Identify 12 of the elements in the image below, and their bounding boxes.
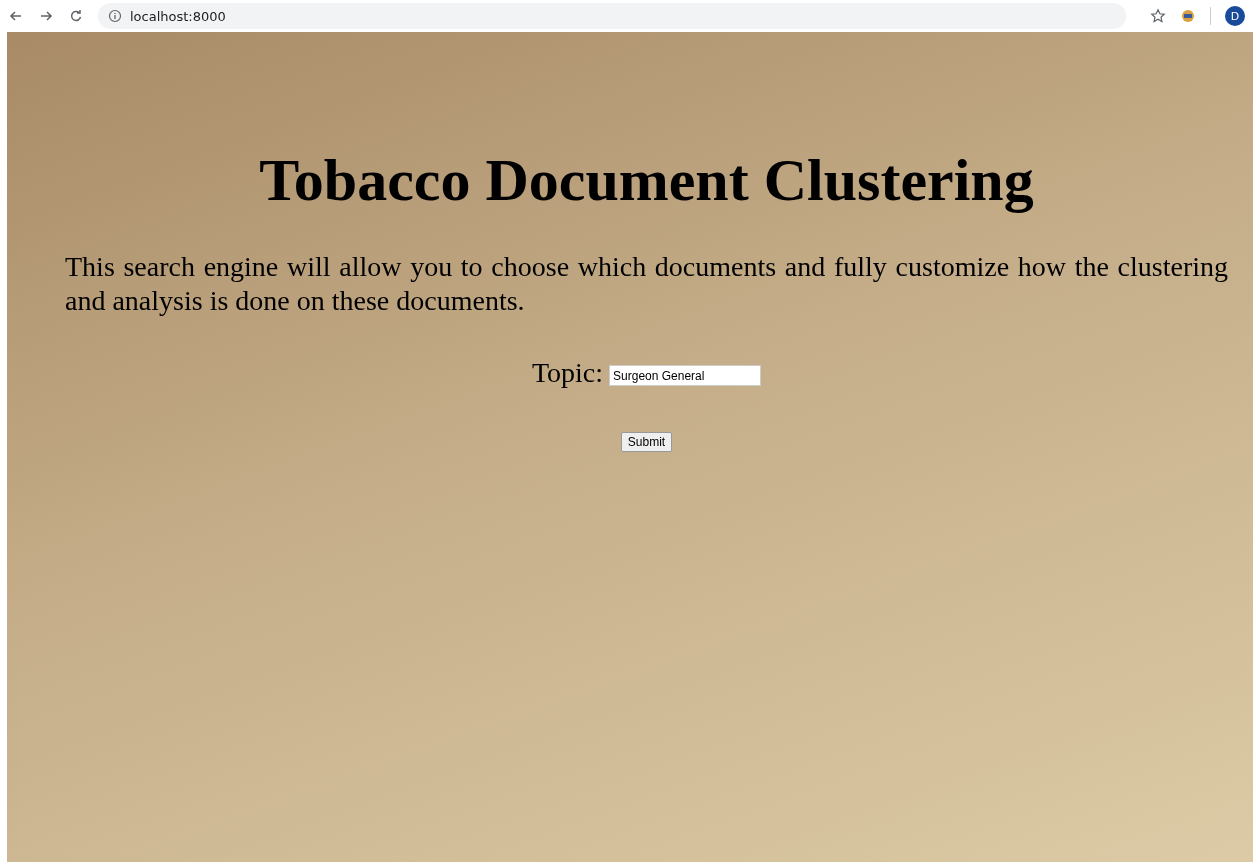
extension-icon[interactable] [1180, 8, 1196, 24]
submit-button[interactable]: Submit [620, 432, 673, 452]
address-bar[interactable]: localhost:8000 [98, 3, 1126, 29]
url-text: localhost:8000 [130, 8, 226, 24]
description-text: This search engine will allow you to choose which documents and fully customize how the clustering and analysis is done on these documents. [65, 250, 1228, 318]
profile-avatar[interactable]: D [1225, 6, 1245, 26]
topic-label: Topic: [531, 358, 604, 388]
topic-field[interactable]: Surgeon General [609, 365, 762, 386]
star-icon[interactable] [1150, 8, 1166, 24]
info-icon [108, 9, 122, 23]
reload-icon[interactable] [68, 8, 84, 24]
page-title: Tobacco Document Clustering [258, 146, 1035, 215]
